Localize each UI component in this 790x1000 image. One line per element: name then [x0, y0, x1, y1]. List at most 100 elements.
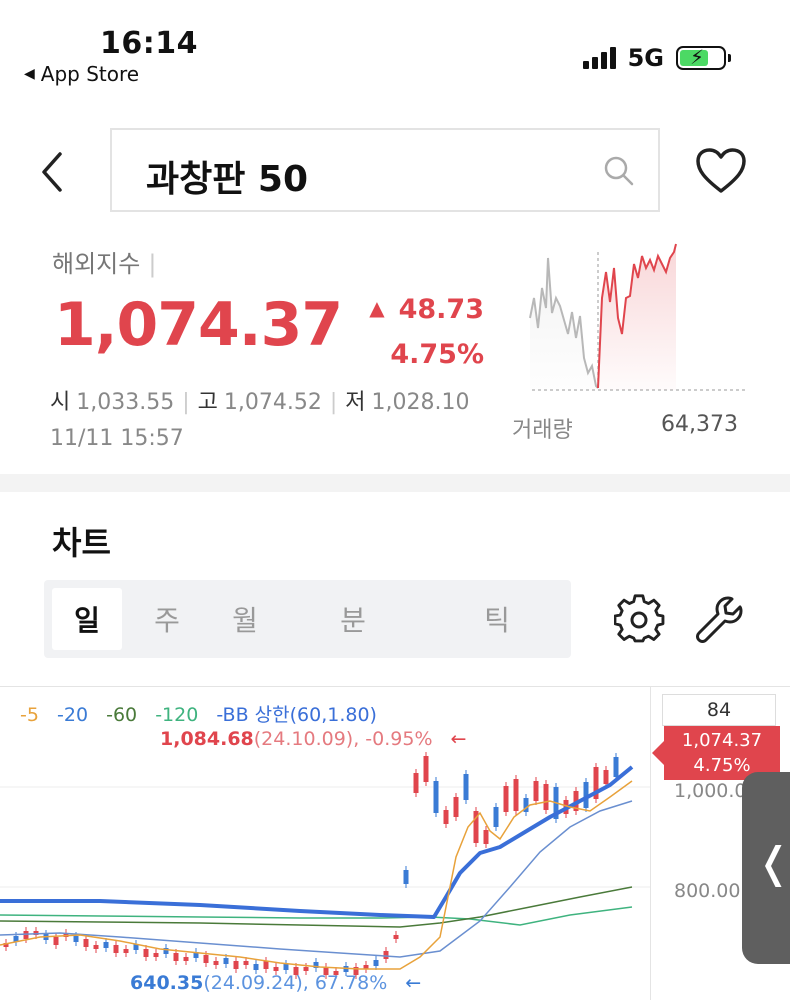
side-panel-handle[interactable]: ❬	[742, 772, 790, 964]
candle-body	[213, 961, 219, 965]
battery-charging-icon: ⚡	[676, 45, 731, 70]
tab-month[interactable]: 월	[210, 588, 280, 650]
candle-body	[73, 936, 79, 942]
gear-icon	[614, 594, 665, 643]
candles	[3, 752, 619, 979]
open-value: 1,033.55	[76, 390, 175, 415]
change-percent: 4.75%	[390, 339, 484, 370]
candle-body	[463, 774, 469, 800]
tab-minute[interactable]: 분	[318, 588, 388, 650]
candle-body	[53, 937, 59, 945]
current-price: 1,074.37	[54, 290, 343, 360]
candle-body	[23, 931, 29, 939]
signal-icon	[582, 47, 616, 69]
candle-body	[223, 958, 229, 964]
candle-body	[153, 953, 159, 957]
open-label: 시	[50, 390, 71, 415]
candle-body	[513, 779, 519, 811]
high-annotation-detail: (24.10.09), -0.95%	[253, 728, 433, 750]
candle-body	[453, 797, 459, 817]
open-high-low: 시 1,033.55 | 고 1,074.52 | 저 1,028.10	[50, 390, 470, 415]
candle-body	[543, 784, 549, 810]
back-button[interactable]	[34, 150, 74, 194]
candle-body	[233, 961, 239, 969]
tab-tick[interactable]: 틱	[462, 588, 532, 650]
candle-body	[183, 957, 189, 961]
intraday-mini-chart[interactable]	[524, 238, 750, 398]
category-text: 해외지수	[52, 250, 141, 278]
legend-ma20: -20	[57, 704, 89, 726]
search-query: 과창판 50	[146, 159, 308, 200]
low-label: 저	[345, 390, 366, 415]
chart-settings-button[interactable]	[614, 594, 666, 646]
favorite-button[interactable]	[694, 146, 748, 196]
candle-body	[263, 961, 269, 969]
high-annotation: 1,084.68(24.10.09), -0.95% ←	[160, 728, 466, 750]
candle-body	[273, 967, 279, 971]
chart-heading: 차트	[52, 524, 111, 562]
high-value: 1,074.52	[223, 390, 322, 415]
high-annotation-value: 1,084.68	[160, 728, 254, 750]
tab-day[interactable]: 일	[52, 588, 122, 650]
candle-body	[443, 810, 449, 824]
candle-body	[173, 953, 179, 961]
candle-body	[613, 757, 619, 777]
candle-body	[383, 951, 389, 959]
status-time: 16:14	[100, 26, 198, 61]
candle-body	[203, 955, 209, 963]
up-triangle-icon: ▲	[369, 296, 385, 320]
candle-body	[403, 870, 409, 884]
left-arrow-icon: ←	[450, 728, 467, 750]
candle-body	[83, 939, 89, 947]
candle-body	[123, 949, 129, 953]
axis-label-800: 800.00	[674, 880, 741, 902]
candle-body	[103, 942, 109, 948]
legend-bb-upper: -BB 상한(60,1.80)	[216, 704, 377, 726]
chevron-left-icon: ❬	[756, 838, 790, 887]
back-triangle-icon: ◀	[24, 66, 35, 82]
change-value: 48.73	[398, 294, 484, 325]
volume-label: 거래량	[512, 418, 573, 443]
candle-body	[433, 781, 439, 813]
network-type: 5G	[627, 44, 664, 72]
price-change: ▲ 48.73 4.75%	[369, 288, 484, 377]
price-tag-value: 1,074.37	[681, 730, 763, 751]
search-icon[interactable]	[602, 154, 636, 188]
axis-top-value: 84	[662, 694, 776, 726]
low-annotation-detail: (24.09.24), 67.78%	[203, 972, 388, 994]
candle-body	[283, 964, 289, 970]
status-indicators: 5G ⚡	[582, 44, 731, 72]
heart-icon	[696, 148, 746, 193]
candle-body	[303, 967, 309, 971]
search-field[interactable]: 과창판 50	[110, 128, 660, 212]
back-chevron-icon	[42, 152, 62, 192]
candle-body	[603, 770, 609, 784]
legend-ma5: -5	[20, 704, 39, 726]
candle-body	[413, 773, 419, 793]
candle-body	[243, 961, 249, 965]
candle-body	[483, 830, 489, 844]
back-to-app-store[interactable]: ◀ App Store	[24, 62, 139, 86]
candle-body	[533, 781, 539, 801]
ma5-line	[0, 780, 633, 970]
period-tabs: 일 주 월 분 틱	[44, 580, 571, 658]
axis-label-1000: 1,000.0	[674, 780, 747, 802]
candle-body	[493, 807, 499, 827]
section-divider	[0, 474, 790, 492]
back-app-label: App Store	[40, 62, 140, 86]
candle-body	[93, 945, 99, 949]
candle-body	[373, 960, 379, 966]
candle-body	[253, 964, 259, 970]
category-label: 해외지수 |	[52, 250, 157, 278]
wrench-icon	[696, 596, 743, 643]
chart-tools-button[interactable]	[694, 594, 746, 646]
low-annotation: 640.35(24.09.24), 67.78% ←	[130, 972, 421, 994]
candle-body	[143, 949, 149, 957]
tab-week[interactable]: 주	[132, 588, 202, 650]
chart-legend: -5 -20 -60 -120 -BB 상한(60,1.80)	[20, 700, 389, 727]
quote-timestamp: 11/11 15:57	[50, 426, 184, 451]
candle-body	[393, 935, 399, 939]
legend-ma60: -60	[106, 704, 138, 726]
high-label: 고	[197, 390, 218, 415]
legend-ma120: -120	[155, 704, 199, 726]
